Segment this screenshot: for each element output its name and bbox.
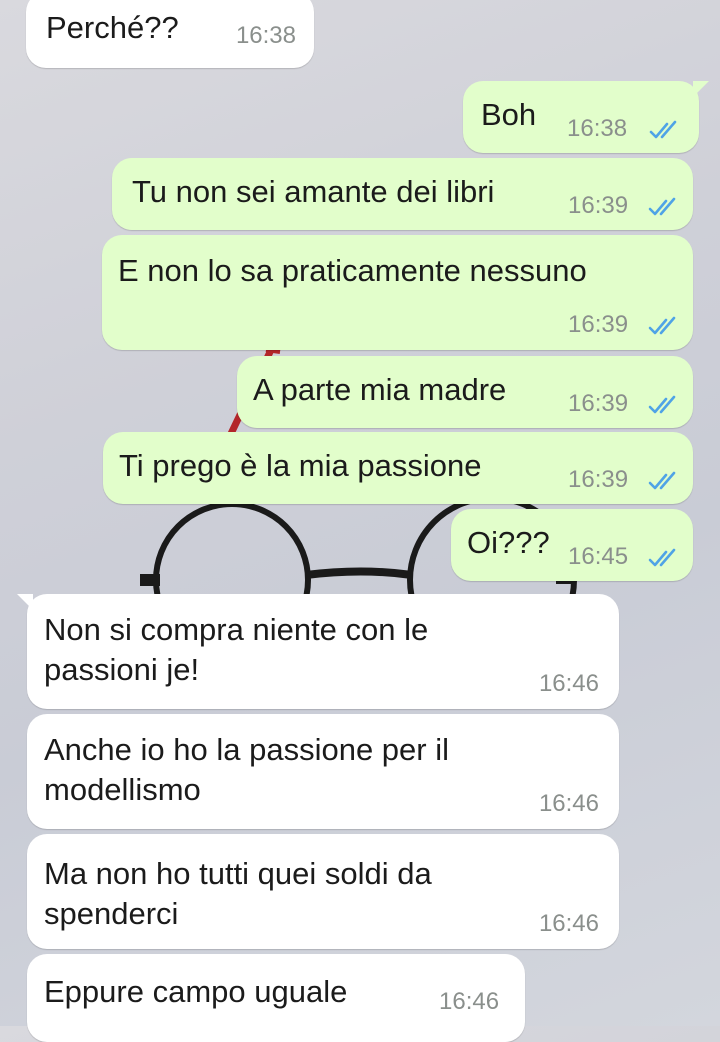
read-receipt-double-check-icon — [649, 120, 677, 139]
message-bubble-incoming[interactable]: Non si compra niente con le passioni je!… — [17, 594, 619, 709]
message-timestamp: 16:39 — [568, 390, 629, 417]
message-bubble-outgoing[interactable]: Boh 16:38 — [463, 81, 709, 153]
message-timestamp: 16:46 — [538, 670, 599, 697]
message-timestamp: 16:39 — [568, 311, 629, 338]
message-timestamp: 16:39 — [568, 466, 629, 493]
message-bubble-outgoing[interactable]: Oi??? 16:45 — [451, 509, 693, 581]
message-text: Anche io ho la passione per il modellism… — [44, 732, 449, 807]
message-text: Ti prego è la mia passione — [119, 448, 482, 483]
message-text: Oi??? — [467, 525, 550, 560]
read-receipt-double-check-icon — [648, 316, 676, 335]
message-text: E non lo sa praticamente nessuno — [118, 253, 587, 288]
message-timestamp: 16:38 — [567, 115, 628, 142]
message-bubble-outgoing[interactable]: A parte mia madre 16:39 — [237, 356, 693, 428]
message-bubble-incoming[interactable]: Eppure campo uguale 16:46 — [27, 954, 525, 1042]
message-timestamp: 16:38 — [235, 22, 296, 49]
message-timestamp: 16:46 — [538, 910, 599, 937]
message-bubble-outgoing[interactable]: Ti prego è la mia passione 16:39 — [103, 432, 693, 504]
message-text: Ma non ho tutti quei soldi da spenderci — [44, 856, 432, 931]
message-timestamp: 16:39 — [568, 192, 629, 219]
bubble-tail — [17, 594, 33, 610]
message-bubble-incoming[interactable]: Ma non ho tutti quei soldi da spenderci … — [27, 834, 619, 949]
message-text: Perché?? — [46, 10, 179, 45]
message-bubble-outgoing[interactable]: Tu non sei amante dei libri 16:39 — [112, 158, 693, 230]
message-timestamp: 16:46 — [538, 790, 599, 817]
chat-message-list[interactable]: Perché?? 16:38 Boh 16:38 Tu non sei aman… — [0, 0, 720, 1042]
message-bubble-incoming[interactable]: Anche io ho la passione per il modellism… — [27, 714, 619, 829]
message-timestamp: 16:46 — [439, 988, 500, 1015]
read-receipt-double-check-icon — [648, 395, 676, 414]
message-text: Tu non sei amante dei libri — [132, 174, 495, 209]
message-bubble-outgoing[interactable]: E non lo sa praticamente nessuno 16:39 — [102, 235, 693, 350]
message-text: Boh — [481, 97, 537, 132]
bubble-tail — [693, 81, 709, 97]
read-receipt-double-check-icon — [648, 471, 676, 490]
message-text: Eppure campo uguale — [44, 974, 348, 1009]
message-text: Non si compra niente con le passioni je! — [44, 612, 429, 687]
read-receipt-double-check-icon — [648, 197, 676, 216]
read-receipt-double-check-icon — [648, 548, 676, 567]
message-bubble-incoming[interactable]: Perché?? 16:38 — [26, 0, 314, 68]
message-timestamp: 16:45 — [568, 543, 629, 570]
message-text: A parte mia madre — [253, 372, 507, 407]
